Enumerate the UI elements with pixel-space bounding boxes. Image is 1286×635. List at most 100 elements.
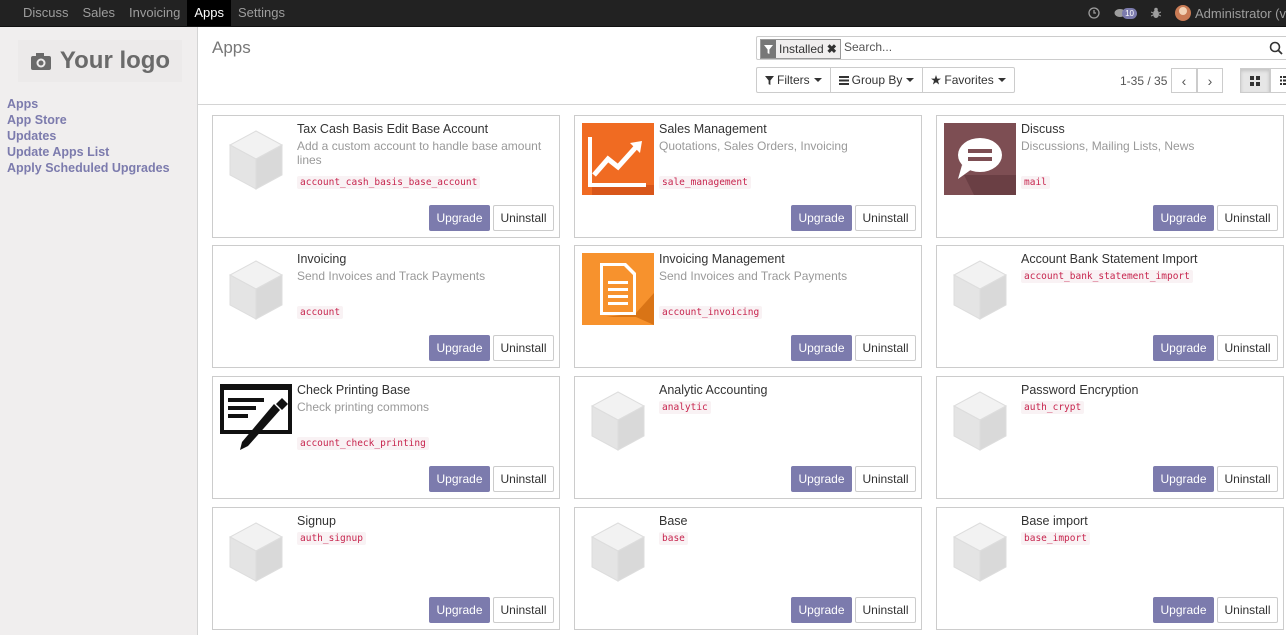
control-panel: Apps Installed ✖ Search... Filters Group… [198,27,1286,105]
uninstall-button[interactable]: Uninstall [493,597,554,623]
camera-icon [30,53,51,70]
app-name: Password Encryption [1021,383,1139,397]
app-summary: Send Invoices and Track Payments [659,269,848,283]
app-name: Analytic Accounting [659,383,768,397]
technical-name: mail [1021,176,1050,189]
kanban-view-button[interactable] [1240,68,1270,93]
messaging-menu[interactable]: 10 [1114,7,1137,19]
menu-settings[interactable]: Settings [231,0,292,26]
uninstall-button[interactable]: Uninstall [493,335,554,361]
filters-button[interactable]: Filters [757,68,831,92]
app-name: Check Printing Base [297,383,411,397]
upgrade-button[interactable]: Upgrade [1153,466,1214,492]
pager-previous-button[interactable]: ‹ [1171,68,1197,93]
app-name: Base import [1021,514,1088,528]
sidebar-item-apply-scheduled-upgrades[interactable]: Apply Scheduled Upgrades [7,160,170,176]
app-name: Tax Cash Basis Edit Base Account [297,122,489,136]
app-card[interactable]: Discuss Discussions, Mailing Lists, News… [936,115,1284,238]
debug-bug-icon[interactable] [1150,7,1161,19]
search-input[interactable]: Search... [844,40,892,54]
sales-chart-icon [582,123,654,195]
menu-sales[interactable]: Sales [76,0,123,26]
upgrade-button[interactable]: Upgrade [429,466,490,492]
app-card[interactable]: Invoicing Management Send Invoices and T… [574,245,922,368]
app-summary: Send Invoices and Track Payments [297,269,486,283]
sidebar-item-app-store[interactable]: App Store [7,112,170,128]
upgrade-button[interactable]: Upgrade [429,335,490,361]
sidebar-item-updates[interactable]: Updates [7,128,170,144]
sidebar-item-apps[interactable]: Apps [7,96,170,112]
pager-next-button[interactable]: › [1197,68,1223,93]
app-card[interactable]: Password Encryption auth_crypt Upgrade U… [936,376,1284,499]
upgrade-button[interactable]: Upgrade [791,335,852,361]
upgrade-button[interactable]: Upgrade [1153,335,1214,361]
uninstall-button[interactable]: Uninstall [1217,205,1278,231]
pager-value[interactable]: 1-35 / 35 [1120,74,1167,88]
upgrade-button[interactable]: Upgrade [1153,597,1214,623]
user-name: Administrator (v [1194,5,1286,21]
activity-clock-icon[interactable] [1088,7,1100,19]
technical-name: auth_signup [297,532,366,545]
technical-name: account_invoicing [659,306,763,319]
logo-text: Your logo [59,47,171,74]
upgrade-button[interactable]: Upgrade [791,466,852,492]
app-summary: Quotations, Sales Orders, Invoicing [659,139,848,153]
favorites-button[interactable]: Favorites [923,68,1013,92]
sidebar-item-update-apps-list[interactable]: Update Apps List [7,144,170,160]
uninstall-button[interactable]: Uninstall [493,466,554,492]
default-cube-icon [228,260,284,320]
technical-name: base_import [1021,532,1090,545]
default-cube-icon [228,522,284,582]
app-name: Discuss [1021,122,1065,136]
star-icon [931,75,942,85]
app-card[interactable]: Sales Management Quotations, Sales Order… [574,115,922,238]
upgrade-button[interactable]: Upgrade [791,597,852,623]
uninstall-button[interactable]: Uninstall [1217,466,1278,492]
uninstall-button[interactable]: Uninstall [855,597,916,623]
technical-name: account_bank_statement_import [1021,270,1193,283]
grid-icon [1250,75,1260,86]
technical-name: base [659,532,688,545]
app-card[interactable]: Tax Cash Basis Edit Base Account Add a c… [212,115,560,238]
uninstall-button[interactable]: Uninstall [1217,597,1278,623]
uninstall-button[interactable]: Uninstall [1217,335,1278,361]
app-card[interactable]: Signup auth_signup Upgrade Uninstall [212,507,560,630]
app-card[interactable]: Check Printing Base Check printing commo… [212,376,560,499]
upgrade-button[interactable]: Upgrade [791,205,852,231]
caret-down-icon [813,78,822,82]
menu-discuss[interactable]: Discuss [16,0,76,26]
uninstall-button[interactable]: Uninstall [493,205,554,231]
sidebar: Your logo Apps App Store Updates Update … [0,27,198,635]
app-card[interactable]: Account Bank Statement Import account_ba… [936,245,1284,368]
facet-remove-icon[interactable]: ✖ [827,42,840,56]
app-name: Invoicing Management [659,252,785,266]
favorites-label: Favorites [944,73,994,87]
company-logo[interactable]: Your logo [18,40,182,82]
search-icon[interactable] [1269,41,1283,55]
systray: 10 Administrator (v [1088,0,1286,26]
upgrade-button[interactable]: Upgrade [429,597,490,623]
notification-badge: 10 [1122,7,1137,19]
uninstall-button[interactable]: Uninstall [855,205,916,231]
app-card[interactable]: Base import base_import Upgrade Uninstal… [936,507,1284,630]
menu-invoicing[interactable]: Invoicing [122,0,187,26]
list-view-button[interactable] [1270,68,1286,93]
bars-icon [838,75,849,85]
app-name: Signup [297,514,336,528]
search-bar[interactable]: Installed ✖ Search... [756,36,1286,60]
app-card[interactable]: Analytic Accounting analytic Upgrade Uni… [574,376,922,499]
app-card[interactable]: Invoicing Send Invoices and Track Paymen… [212,245,560,368]
upgrade-button[interactable]: Upgrade [1153,205,1214,231]
menu-apps[interactable]: Apps [187,0,231,26]
default-cube-icon [952,260,1008,320]
upgrade-button[interactable]: Upgrade [429,205,490,231]
group-by-button[interactable]: Group By [831,68,924,92]
uninstall-button[interactable]: Uninstall [855,466,916,492]
app-card[interactable]: Base base Upgrade Uninstall [574,507,922,630]
app-summary: Discussions, Mailing Lists, News [1021,139,1195,153]
filter-icon [761,40,776,58]
search-facet[interactable]: Installed ✖ [760,39,841,59]
uninstall-button[interactable]: Uninstall [855,335,916,361]
user-menu[interactable]: Administrator (v [1174,5,1286,21]
app-summary: Add a custom account to handle base amou… [297,139,542,167]
